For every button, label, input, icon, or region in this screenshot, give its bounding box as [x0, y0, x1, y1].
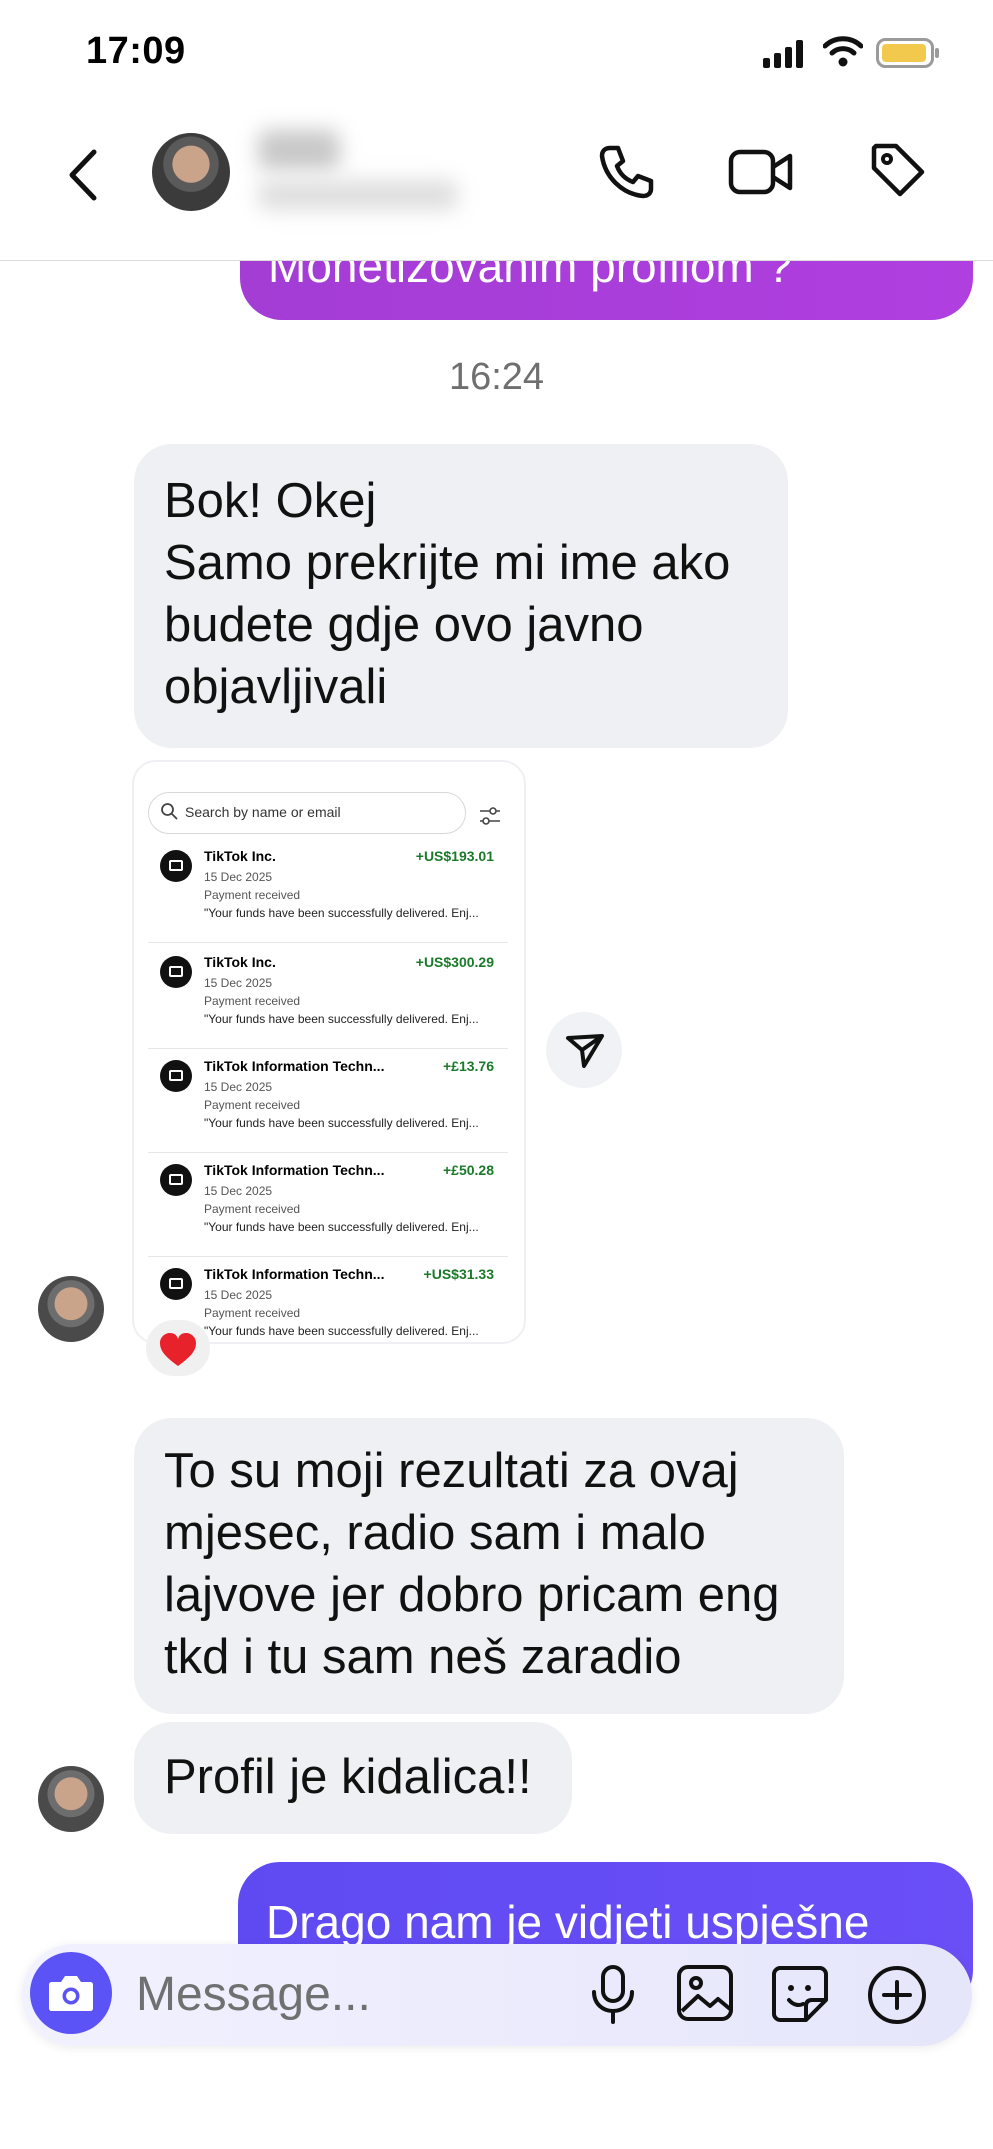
battery-icon: [876, 38, 939, 68]
tag-icon[interactable]: [868, 140, 928, 200]
back-icon[interactable]: [64, 148, 104, 202]
incoming-message[interactable]: Bok! Okej Samo prekrijte mi ime ako bude…: [134, 444, 788, 748]
wifi-icon: [823, 36, 863, 67]
message-line: mjesec, radio sam i malo: [164, 1506, 706, 1560]
search-icon: [161, 803, 178, 820]
chat-header: [0, 100, 993, 261]
transaction-row: TikTok Inc. +US$193.01 15 Dec 2025 Payme…: [148, 838, 508, 943]
message-line: Samo prekrijte mi ime ako: [164, 536, 731, 590]
status-time: 17:09: [86, 30, 186, 72]
sender-avatar[interactable]: [38, 1766, 104, 1832]
transaction-row: TikTok Information Techn... +£50.28 15 D…: [148, 1152, 508, 1257]
shop-icon: [160, 1060, 192, 1092]
contact-name-blurred[interactable]: [258, 130, 340, 170]
transaction-row: TikTok Inc. +US$300.29 15 Dec 2025 Payme…: [148, 944, 508, 1049]
message-line: To su moji rezultati za ovaj: [164, 1444, 739, 1498]
video-icon[interactable]: [728, 142, 794, 202]
sticker-icon[interactable]: [770, 1964, 830, 2024]
microphone-icon[interactable]: [588, 1964, 638, 2026]
plus-icon[interactable]: [866, 1964, 928, 2026]
share-icon: [566, 1034, 604, 1068]
transaction-row: TikTok Information Techn... +£13.76 15 D…: [148, 1048, 508, 1153]
message-line: budete gdje ovo javno: [164, 598, 644, 652]
reaction-badge[interactable]: [146, 1320, 210, 1376]
contact-subtitle-blurred: [258, 180, 458, 210]
message-line: tkd i tu sam neš zaradio: [164, 1630, 682, 1684]
shop-icon: [160, 1268, 192, 1300]
heart-icon: [160, 1333, 196, 1366]
share-button[interactable]: [546, 1012, 622, 1088]
message-text: Drago nam je vidjeti uspješne: [266, 1896, 870, 1948]
shop-icon: [160, 1164, 192, 1196]
phone-icon[interactable]: [596, 142, 656, 202]
camera-icon: [49, 1976, 93, 2011]
message-line: Bok! Okej: [164, 474, 377, 528]
incoming-message[interactable]: Profil je kidalica!!: [134, 1722, 572, 1834]
sender-avatar[interactable]: [38, 1276, 104, 1342]
incoming-message[interactable]: To su moji rezultati za ovaj mjesec, rad…: [134, 1418, 844, 1714]
gallery-icon[interactable]: [676, 1964, 734, 2022]
message-input[interactable]: [134, 1960, 568, 2028]
message-line: lajvove jer dobro pricam eng: [164, 1568, 780, 1622]
shop-icon: [160, 956, 192, 988]
shared-screenshot[interactable]: Search by name or email TikTok Inc. +US$…: [134, 762, 524, 1342]
contact-avatar[interactable]: [152, 133, 230, 211]
shop-icon: [160, 850, 192, 882]
message-line: objavljivali: [164, 660, 388, 714]
message-text: Profil je kidalica!!: [164, 1750, 532, 1804]
filter-icon: [480, 807, 500, 825]
screenshot-search-field: Search by name or email: [148, 792, 466, 834]
camera-button[interactable]: [30, 1952, 112, 2034]
signal-icon: [763, 40, 803, 68]
message-timestamp: 16:24: [448, 356, 545, 398]
